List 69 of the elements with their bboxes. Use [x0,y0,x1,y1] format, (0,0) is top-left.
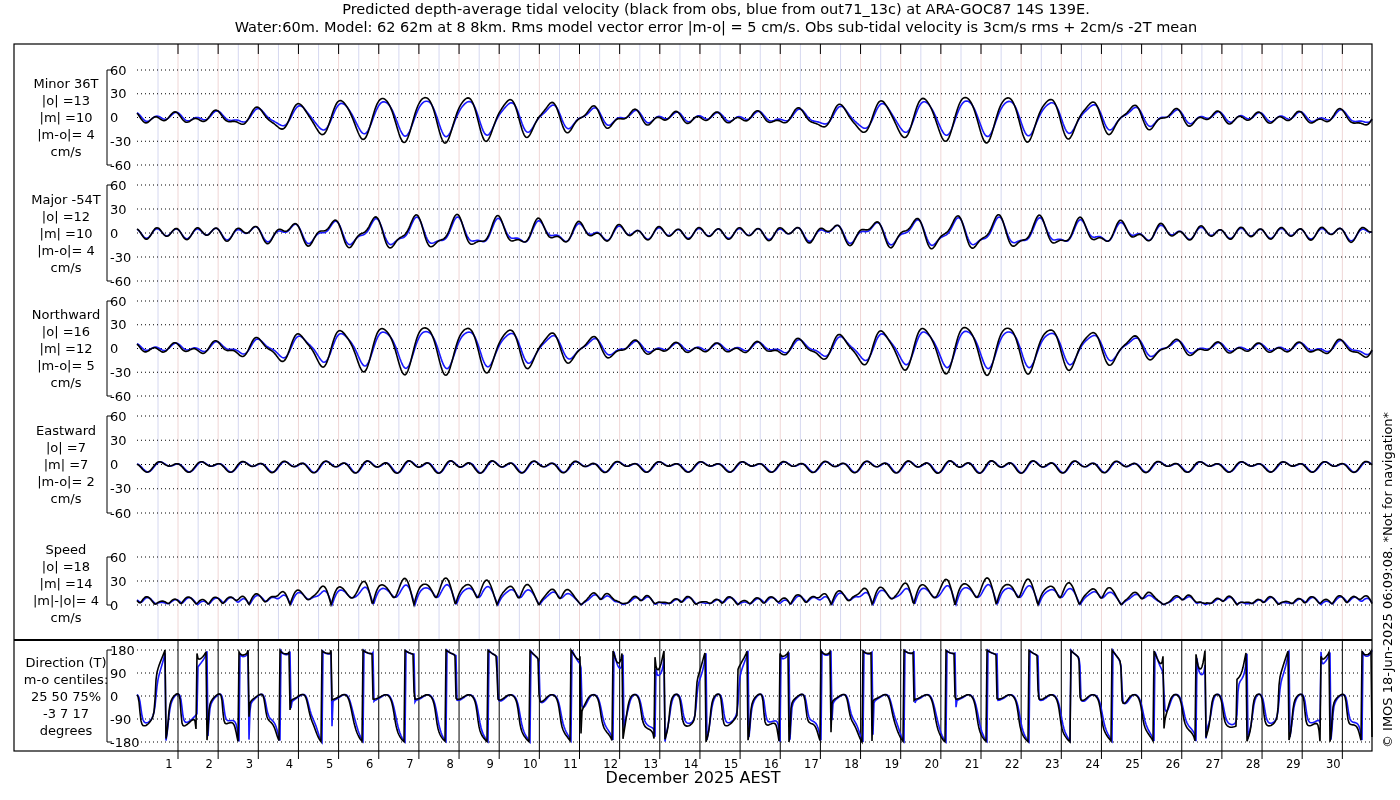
day-label: 20 [924,757,940,771]
tick-label: 90 [110,665,127,681]
tick-label: 0 [110,110,119,125]
tick-label: 60 [110,408,127,424]
day-label: 18 [844,757,859,771]
tick-label: -60 [110,157,132,173]
panel-label: Direction (T) m-o centiles: 25 50 75% -3 7 17 degrees [23,654,109,738]
panel-label: Major -54T |o| =12 |m| =10 |m-o|= 4 cm/s [31,191,101,275]
tick-label: -60 [110,505,132,521]
day-label: 9 [486,757,494,771]
day-label: 19 [884,757,899,771]
tick-label: 60 [110,62,127,78]
tick-label: 0 [110,225,119,241]
day-label: 10 [523,757,538,771]
tick-label: 30 [110,201,127,217]
day-label: 2 [205,757,213,771]
tick-label: -30 [110,249,132,265]
day-label: 26 [1165,757,1181,771]
day-label: 12 [603,757,618,771]
tick-label: -30 [110,364,132,380]
tick-label: 30 [110,432,127,448]
day-label: 17 [804,757,819,771]
tick-label: -60 [110,273,132,289]
day-label: 1 [165,757,173,771]
tick-label: 60 [110,293,127,309]
axis-title: December 2025 AEST [605,768,781,787]
day-label: 3 [245,757,253,771]
day-label: 15 [723,757,739,771]
tick-label: 0 [110,341,119,356]
tick-label: -90 [110,711,132,727]
tick-label: 60 [110,177,127,193]
day-label: 25 [1125,757,1140,771]
day-label: 30 [1326,757,1341,771]
day-label: 13 [643,757,659,771]
panel-label: Speed |o| =18 |m| =14 |m|-|o|= 4 cm/s [32,541,100,625]
day-label: 4 [285,757,294,771]
day-label: 14 [683,757,699,771]
day-label: 28 [1245,757,1261,771]
tick-label: 30 [110,86,127,102]
tick-label: -30 [110,133,132,149]
day-label: 7 [406,757,414,771]
day-label: 16 [763,757,779,771]
tick-label: 180 [110,642,135,658]
day-label: 6 [366,757,374,771]
tick-label: 30 [110,317,127,333]
day-label: 23 [1045,757,1060,771]
tick-label: 0 [110,457,119,472]
tick-label: 60 [110,549,127,565]
day-label: 8 [446,757,454,771]
chart-title: Predicted depth-average tidal velocity (black from obs, blue from out71_13c) at ARA-GOC87 14S 139E. [342,1,1090,17]
panel-label: Northward |o| =16 |m| =12 |m-o|= 5 cm/s [31,306,101,390]
day-label: 5 [325,757,334,771]
tick-label: -30 [110,481,132,497]
day-label: 27 [1205,757,1221,771]
day-label: 21 [964,757,980,771]
panel-label: Minor 36T |o| =13 |m| =10 |m-o|= 4 cm/s [33,75,99,159]
copyright-note: © IMOS 18-Jun-2025 06:09:08. *Not for navigation* [1380,411,1395,749]
tick-label: -180 [110,734,140,750]
day-label: 24 [1085,757,1100,771]
day-label: 29 [1285,757,1301,771]
day-label: 11 [563,757,578,771]
day-label: 22 [1004,757,1020,771]
y-axis-line [106,556,113,606]
tick-label: -60 [110,388,132,404]
chart-title: Water:60m. Model: 62 62m at 8 8km. Rms model vector error |m-o| = 5 cm/s. Obs sub-tidal velocity is 3cm/s rms + 2cm/s -2T mean [234,19,1198,35]
tick-label: 30 [110,573,127,589]
panel-label: Eastward |o| =7 |m| =7 |m-o|= 2 cm/s [36,422,96,506]
tick-label: 0 [110,597,119,613]
tick-label: 0 [110,688,119,704]
